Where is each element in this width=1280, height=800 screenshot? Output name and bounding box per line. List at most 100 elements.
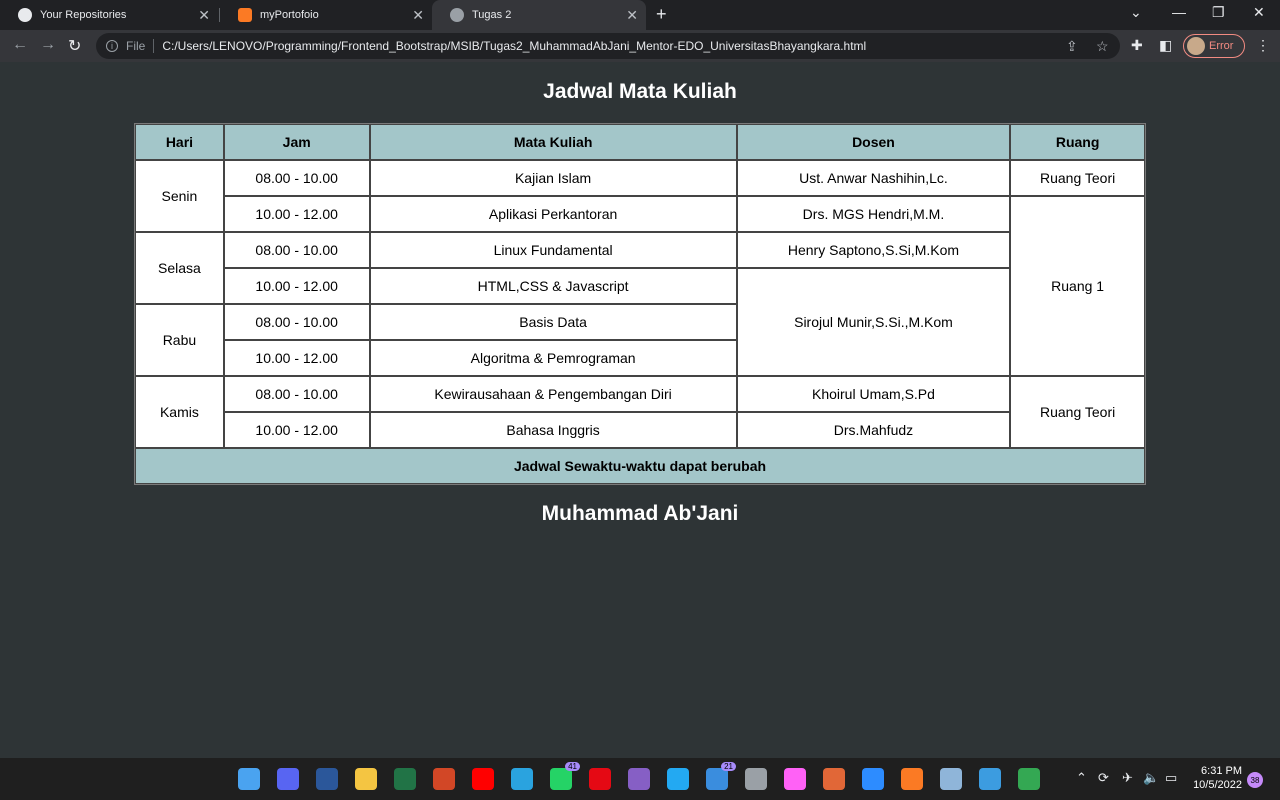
discord-icon[interactable]: [277, 768, 299, 790]
app-badge: 41: [565, 762, 580, 771]
zoom-icon[interactable]: [862, 768, 884, 790]
system-clock[interactable]: 6:31 PM 10/5/2022: [1188, 764, 1242, 792]
profile-button[interactable]: Error: [1183, 34, 1245, 58]
youtube-music-icon[interactable]: [472, 768, 494, 790]
cell-dosen: Ust. Anwar Nashihin,Lc.: [736, 160, 1011, 196]
author-name: Muhammad Ab'Jani: [541, 502, 739, 525]
header-jam: Jam: [223, 124, 370, 160]
url-text: C:/Users/LENOVO/Programming/Frontend_Boo…: [162, 39, 867, 53]
table-footer-note: Jadwal Sewaktu-waktu dapat berubah: [135, 448, 1145, 484]
scheme-label: File: [126, 39, 146, 53]
virtualbox-icon[interactable]: [940, 768, 962, 790]
tab-title: Tugas 2: [472, 9, 512, 21]
tab-your-repositories[interactable]: Your Repositories ✕: [0, 0, 218, 30]
cell-mata-kuliah: Kajian Islam: [369, 160, 737, 196]
snipping-tool-icon[interactable]: [745, 768, 767, 790]
cell-jam: 08.00 - 10.00: [223, 160, 370, 196]
extensions-icon[interactable]: ✚: [1131, 37, 1143, 54]
tab-search-icon[interactable]: ⌄: [1130, 4, 1142, 21]
cell-jam: 08.00 - 10.00: [223, 232, 370, 268]
cell-dosen: Sirojul Munir,S.Si.,M.Kom: [736, 268, 1011, 376]
cell-ruang: Ruang Teori: [1010, 376, 1145, 448]
vscode-icon[interactable]: [667, 768, 689, 790]
airplane-icon[interactable]: ✈: [1122, 770, 1133, 786]
tab-myportofoio[interactable]: myPortofoio ✕: [220, 0, 432, 30]
avatar: [1187, 37, 1205, 55]
battery-icon[interactable]: ▭: [1165, 770, 1177, 786]
table-row: Senin 08.00 - 10.00 Kajian Islam Ust. An…: [135, 160, 1145, 232]
word-icon[interactable]: [316, 768, 338, 790]
file-explorer-icon[interactable]: [355, 768, 377, 790]
matlab-icon[interactable]: [823, 768, 845, 790]
header-dosen: Dosen: [736, 124, 1011, 160]
cell-ruang: Ruang 1: [1010, 196, 1145, 376]
portfolio-icon: [238, 8, 252, 22]
page-content: Jadwal Mata Kuliah Hari Jam Mata Kuliah …: [0, 62, 1280, 758]
chrome-icon[interactable]: [1018, 768, 1040, 790]
table-row: Kamis 08.00 - 10.00 Kewirausahaan & Peng…: [135, 376, 1145, 448]
tab-title: Your Repositories: [40, 9, 127, 21]
xampp-icon[interactable]: [901, 768, 923, 790]
restore-icon[interactable]: ❐: [1212, 4, 1225, 21]
excel-icon[interactable]: [394, 768, 416, 790]
clock-time: 6:31 PM: [1201, 765, 1242, 777]
minimize-icon[interactable]: —: [1172, 4, 1186, 20]
chevron-up-icon[interactable]: ⌃: [1076, 770, 1087, 786]
back-icon[interactable]: ←: [12, 36, 28, 54]
cell-mata-kuliah: Kewirausahaan & Pengembangan Diri: [369, 376, 737, 412]
cell-dosen: Drs. MGS Hendri,M.M.: [736, 196, 1011, 232]
side-panel-icon[interactable]: ◧: [1159, 37, 1172, 54]
header-ruang: Ruang: [1010, 124, 1145, 160]
menu-icon[interactable]: ⋮: [1256, 37, 1270, 54]
tab-tugas-2[interactable]: Tugas 2 ✕: [432, 0, 646, 30]
cell-dosen: Drs.Mahfudz: [736, 412, 1011, 448]
table-row: 10.00 - 12.00 Bahasa Inggris Drs.Mahfudz: [135, 412, 1145, 448]
telegram-icon[interactable]: [511, 768, 533, 790]
netflix-icon[interactable]: [589, 768, 611, 790]
cell-jam: 10.00 - 12.00: [223, 268, 370, 304]
new-tab-button[interactable]: +: [656, 4, 667, 25]
volume-icon[interactable]: 🔈: [1143, 770, 1159, 786]
adobe-xd-icon[interactable]: [784, 768, 806, 790]
sync-icon[interactable]: ⟳: [1098, 770, 1109, 786]
cell-jam: 08.00 - 10.00: [223, 376, 370, 412]
address-bar[interactable]: i File C:/Users/LENOVO/Programming/Front…: [96, 33, 1120, 59]
header-mata-kuliah: Mata Kuliah: [369, 124, 737, 160]
app-badge: 21: [721, 762, 736, 771]
info-icon[interactable]: i: [106, 40, 118, 52]
reload-icon[interactable]: ↻: [68, 36, 81, 56]
cell-mata-kuliah: HTML,CSS & Javascript: [369, 268, 737, 304]
globe-icon: [450, 8, 464, 22]
taskbar: 41 21 ⌃ ⟳ ✈ 🔈 ▭ 6:31 PM 10/5/2022 38: [0, 758, 1280, 800]
cell-hari: Senin: [135, 160, 224, 232]
visual-studio-icon[interactable]: [628, 768, 650, 790]
cell-mata-kuliah: Bahasa Inggris: [369, 412, 737, 448]
cell-jam: 10.00 - 12.00: [223, 412, 370, 448]
cell-mata-kuliah: Aplikasi Perkantoran: [369, 196, 737, 232]
schedule-table: Hari Jam Mata Kuliah Dosen Ruang Senin 0…: [134, 123, 1146, 485]
table-row: Selasa 08.00 - 10.00 Linux Fundamental H…: [135, 232, 1145, 304]
close-icon[interactable]: ✕: [198, 7, 210, 24]
powerpoint-icon[interactable]: [433, 768, 455, 790]
table-footer-row: Jadwal Sewaktu-waktu dapat berubah: [135, 448, 1145, 484]
header-hari: Hari: [135, 124, 224, 160]
clock-date: 10/5/2022: [1193, 779, 1242, 791]
start-icon[interactable]: [238, 768, 260, 790]
notification-badge[interactable]: 38: [1247, 772, 1263, 788]
sourcetree-icon[interactable]: [979, 768, 1001, 790]
cell-jam: 10.00 - 12.00: [223, 196, 370, 232]
table-row: 10.00 - 12.00 HTML,CSS & Javascript Siro…: [135, 268, 1145, 376]
cell-hari: Kamis: [135, 376, 224, 448]
whatsapp-icon[interactable]: 41: [550, 762, 580, 790]
cell-jam: 10.00 - 12.00: [223, 340, 370, 376]
close-icon[interactable]: ✕: [412, 7, 424, 24]
cell-hari: Rabu: [135, 304, 224, 376]
close-window-icon[interactable]: ✕: [1253, 4, 1265, 21]
cell-jam: 08.00 - 10.00: [223, 304, 370, 340]
bookmark-star-icon[interactable]: ☆: [1096, 38, 1109, 55]
forward-icon[interactable]: →: [40, 36, 56, 54]
browser-toolbar: ← → ↻ i File C:/Users/LENOVO/Programming…: [0, 30, 1280, 62]
close-icon[interactable]: ✕: [626, 7, 638, 24]
share-icon[interactable]: ⇪: [1066, 38, 1078, 55]
mail-icon[interactable]: 21: [706, 762, 736, 790]
